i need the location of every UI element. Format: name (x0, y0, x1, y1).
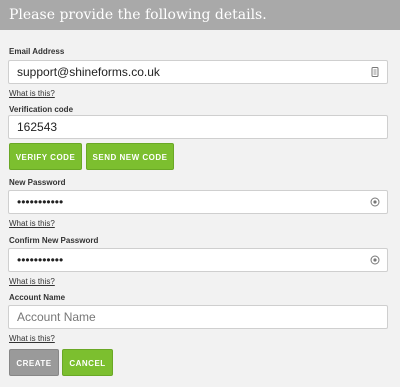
cancel-button[interactable]: CANCEL (62, 349, 113, 376)
page-header: Please provide the following details. (0, 0, 400, 30)
account-name-help-link[interactable]: What is this? (9, 334, 55, 343)
new-password-field[interactable]: ••••••••••• (8, 190, 388, 214)
header-title: Please provide the following details. (9, 7, 267, 23)
account-name-placeholder: Account Name (17, 310, 96, 324)
contact-card-icon[interactable] (370, 67, 380, 77)
verify-code-button[interactable]: VERIFY CODE (9, 143, 82, 170)
new-password-label: New Password (9, 178, 66, 187)
confirm-password-help-link[interactable]: What is this? (9, 277, 55, 286)
account-name-label: Account Name (9, 293, 66, 302)
password-visibility-icon[interactable] (370, 197, 380, 207)
verification-code-field[interactable]: 162543 (8, 115, 388, 139)
email-field[interactable]: support@shineforms.co.uk (8, 60, 388, 84)
confirm-password-value: ••••••••••• (17, 253, 64, 267)
confirm-password-label: Confirm New Password (9, 236, 99, 245)
password-visibility-icon[interactable] (370, 255, 380, 265)
create-button[interactable]: CREATE (9, 349, 59, 376)
new-password-help-link[interactable]: What is this? (9, 219, 55, 228)
email-label: Email Address (9, 47, 65, 56)
verification-label: Verification code (9, 105, 74, 114)
account-name-field[interactable]: Account Name (8, 305, 388, 329)
email-value: support@shineforms.co.uk (17, 65, 160, 79)
confirm-password-field[interactable]: ••••••••••• (8, 248, 388, 272)
email-help-link[interactable]: What is this? (9, 89, 55, 98)
send-new-code-button[interactable]: SEND NEW CODE (86, 143, 174, 170)
verification-code-value: 162543 (17, 120, 58, 134)
new-password-value: ••••••••••• (17, 195, 64, 209)
